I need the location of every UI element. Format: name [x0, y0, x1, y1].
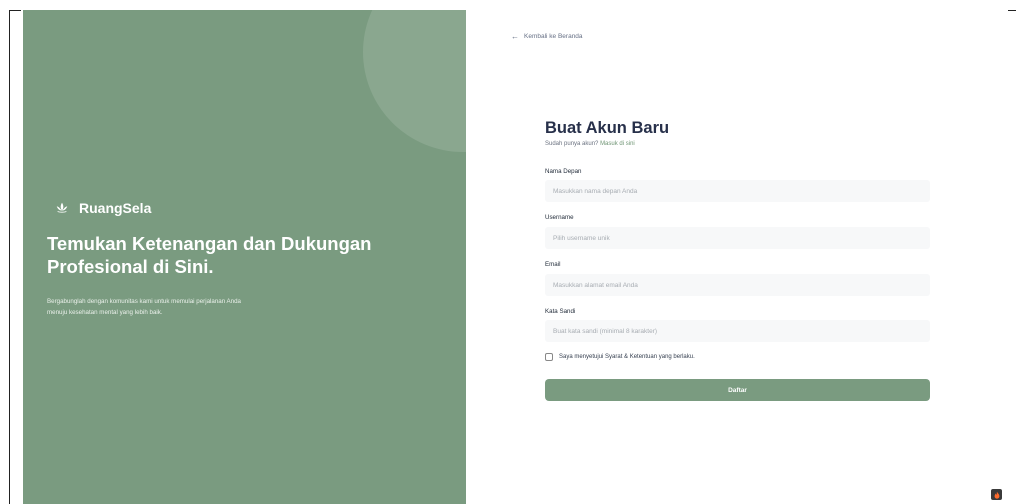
register-button[interactable]: Daftar	[545, 379, 930, 401]
subtitle-text: Sudah punya akun?	[545, 141, 599, 147]
terms-checkbox[interactable]	[545, 353, 553, 361]
password-input[interactable]	[545, 320, 930, 342]
frame-left-border	[9, 10, 10, 504]
hero-description: Bergabunglah dengan komunitas kami untuk…	[47, 298, 242, 316]
brand: RuangSela	[55, 200, 151, 216]
password-label: Kata Sandi	[545, 308, 576, 315]
signup-page: RuangSela Temukan Ketenangan dan Dukunga…	[0, 0, 1018, 504]
first-name-label: Nama Depan	[545, 168, 582, 175]
terms-label: Saya menyetujui Syarat & Ketentuan yang …	[559, 354, 695, 360]
back-to-home-link[interactable]: ← Kembali ke Beranda	[511, 32, 583, 41]
email-label: Email	[545, 261, 561, 268]
username-input[interactable]	[545, 227, 930, 249]
form-subtitle: Sudah punya akun? Masuk di sini	[545, 141, 930, 147]
form-title: Buat Akun Baru	[545, 119, 670, 137]
frame-top-border	[9, 10, 21, 11]
first-name-input[interactable]	[545, 180, 930, 202]
hero-title: Temukan Ketenangan dan Dukungan Profesio…	[47, 233, 372, 277]
decorative-circle	[363, 10, 466, 152]
terms-row: Saya menyetujui Syarat & Ketentuan yang …	[545, 353, 695, 361]
login-link[interactable]: Masuk di sini	[600, 141, 635, 147]
hero-panel: RuangSela Temukan Ketenangan dan Dukunga…	[23, 10, 466, 504]
flame-icon[interactable]	[991, 489, 1002, 500]
lotus-icon	[55, 201, 69, 215]
signup-form: Buat Akun Baru Sudah punya akun? Masuk d…	[545, 118, 930, 401]
back-link-label: Kembali ke Beranda	[524, 33, 583, 40]
frame-top-right-border	[1008, 10, 1016, 11]
username-label: Username	[545, 214, 574, 221]
arrow-left-icon: ←	[511, 32, 519, 41]
brand-name: RuangSela	[79, 200, 152, 216]
email-input[interactable]	[545, 274, 930, 296]
